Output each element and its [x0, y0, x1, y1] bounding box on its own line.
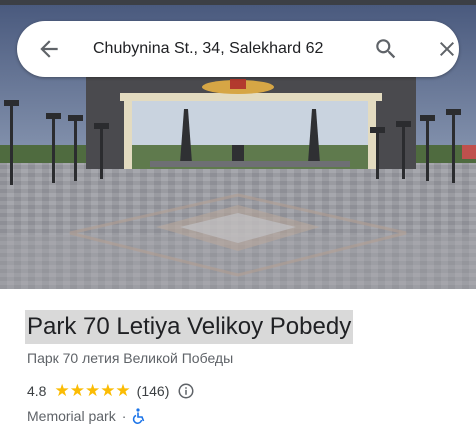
place-local-name: Парк 70 летия Великой Победы [27, 350, 234, 366]
rating-stars: ★★★★★ [54, 381, 131, 400]
close-icon[interactable] [435, 37, 459, 61]
place-category[interactable]: Memorial park [27, 408, 116, 424]
rating-row: 4.8 ★★★★★ (146) [27, 381, 195, 401]
separator-dot: · [121, 408, 127, 424]
arrow-back-icon[interactable] [36, 36, 62, 62]
search-bar [17, 21, 459, 77]
search-input[interactable] [93, 35, 355, 63]
place-title[interactable]: Park 70 Letiya Velikoy Pobedy [25, 310, 354, 344]
category-row: Memorial park · [27, 406, 146, 426]
review-count[interactable]: (146) [137, 383, 170, 399]
rating-value: 4.8 [27, 383, 47, 399]
wheelchair-icon [133, 408, 145, 424]
info-icon[interactable] [177, 382, 195, 400]
search-icon[interactable] [373, 36, 399, 62]
